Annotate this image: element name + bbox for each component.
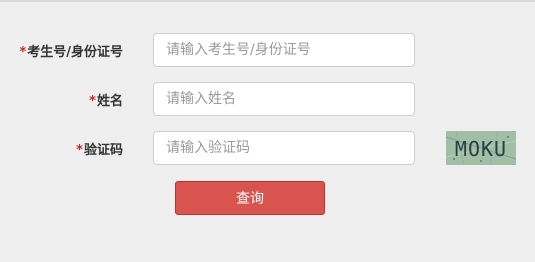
required-mark: *: [89, 94, 96, 109]
name-label-text: 姓名: [96, 94, 123, 109]
name-label: *姓名: [89, 90, 123, 109]
captcha-input[interactable]: [153, 131, 415, 165]
captcha-image[interactable]: MOKU: [446, 131, 516, 165]
exam-id-input[interactable]: [153, 33, 415, 67]
captcha-row: *验证码 MOKU: [0, 131, 535, 165]
exam-id-label: *考生号/身份证号: [19, 41, 123, 60]
query-button[interactable]: 查询: [175, 181, 325, 215]
captcha-text: MOKU: [455, 137, 507, 161]
exam-id-row: *考生号/身份证号: [0, 33, 535, 67]
exam-id-label-text: 考生号/身份证号: [27, 45, 123, 60]
name-input[interactable]: [153, 82, 415, 116]
required-mark: *: [19, 45, 27, 60]
captcha-label: *验证码: [76, 139, 123, 158]
name-row: *姓名: [0, 82, 535, 116]
required-mark: *: [76, 143, 83, 158]
captcha-label-text: 验证码: [83, 143, 123, 158]
top-divider: [0, 0, 535, 2]
